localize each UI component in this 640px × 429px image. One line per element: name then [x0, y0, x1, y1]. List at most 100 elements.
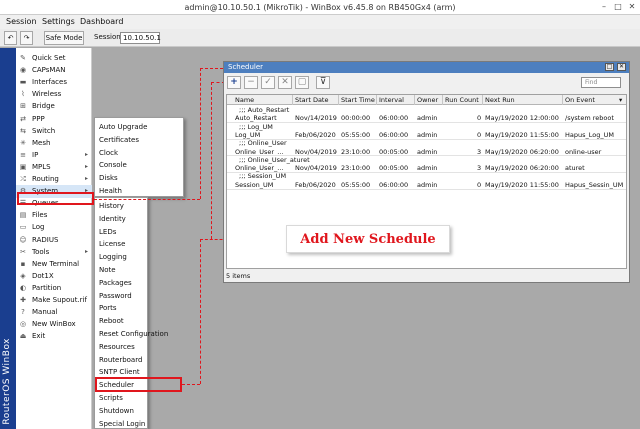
menu-item-ip[interactable]: ≡ IP ▸ — [16, 149, 92, 162]
menu-item-log[interactable]: ▭ Log — [16, 221, 92, 234]
submenu-item-shutdown[interactable]: Shutdown — [95, 405, 147, 418]
submenu-item-disks[interactable]: Disks — [95, 172, 183, 185]
menu-item-partition[interactable]: ◐ Partition — [16, 282, 92, 295]
menu-item-new-winbox[interactable]: ◎ New WinBox — [16, 318, 92, 331]
safe-mode-button[interactable]: Safe Mode — [44, 31, 84, 45]
cell-event: online-user — [565, 147, 602, 156]
menu-session[interactable]: Session — [6, 17, 37, 26]
submenu-item-auto-upgrade[interactable]: Auto Upgrade — [95, 121, 183, 134]
menu-item-mesh[interactable]: ✳ Mesh — [16, 137, 92, 150]
submenu-item-reboot[interactable]: Reboot — [95, 315, 147, 328]
menu-item-files[interactable]: ▤ Files — [16, 209, 92, 222]
menu-item-make-supout-rif[interactable]: ✚ Make Supout.rif — [16, 294, 92, 307]
cell-interval: 06:00:00 — [379, 180, 409, 189]
menu-item-mpls[interactable]: ▣ MPLS ▸ — [16, 161, 92, 174]
submenu-item-label: Routerboard — [99, 355, 143, 364]
menu-item-capsman[interactable]: ◉ CAPsMAN — [16, 64, 92, 77]
column-separator[interactable] — [338, 95, 339, 105]
menu-dashboard[interactable]: Dashboard — [80, 17, 123, 26]
column-separator[interactable] — [292, 95, 293, 105]
submenu-item-identity[interactable]: Identity — [95, 213, 147, 226]
filter-button[interactable]: ⊽ — [316, 76, 330, 89]
menu-item-ppp[interactable]: ⇄ PPP — [16, 113, 92, 126]
submenu-item-leds[interactable]: LEDs — [95, 226, 147, 239]
redo-button[interactable]: ↷ — [20, 31, 33, 45]
column-separator[interactable] — [562, 95, 563, 105]
item-count: 5 items — [226, 272, 251, 280]
row-separator — [227, 122, 626, 124]
maximize-button[interactable]: □ — [612, 2, 624, 12]
submenu-item-logging[interactable]: Logging — [95, 251, 147, 264]
enable-button[interactable]: ✓ — [261, 76, 275, 89]
submenu-item-scripts[interactable]: Scripts — [95, 392, 147, 405]
find-input[interactable]: Find — [581, 77, 621, 88]
submenu-item-ports[interactable]: Ports — [95, 302, 147, 315]
mpls-icon: ▣ — [19, 162, 27, 171]
menu-item-exit[interactable]: ⏏ Exit — [16, 330, 92, 343]
add-button[interactable]: + — [227, 76, 241, 89]
capsman-icon: ◉ — [19, 66, 27, 75]
menu-item-routing[interactable]: ⤮ Routing ▸ — [16, 173, 92, 186]
column-separator[interactable] — [376, 95, 377, 105]
cell-next: May/19/2020 11:55:00 — [485, 180, 559, 189]
submenu-item-clock[interactable]: Clock — [95, 147, 183, 160]
menu-item-label: Bridge — [32, 102, 55, 111]
column-header-interval[interactable]: Interval — [379, 96, 404, 104]
cell-owner: admin — [417, 130, 438, 139]
column-separator[interactable] — [414, 95, 415, 105]
scheduler-maximize-button[interactable]: □ — [605, 63, 614, 71]
menu-settings[interactable]: Settings — [42, 17, 75, 26]
cell-time: 23:10:00 — [341, 147, 371, 156]
comment-button[interactable]: ▢ — [295, 76, 309, 89]
column-header-on-event[interactable]: On Event — [565, 96, 595, 104]
scheduler-titlebar[interactable]: Scheduler □ ✕ — [224, 62, 629, 73]
column-header-next-run[interactable]: Next Run — [485, 96, 515, 104]
row-separator — [227, 188, 626, 190]
submenu-item-packages[interactable]: Packages — [95, 277, 147, 290]
menu-item-bridge[interactable]: ⊞ Bridge — [16, 100, 92, 113]
submenu-item-certificates[interactable]: Certificates — [95, 134, 183, 147]
scheduler-close-button[interactable]: ✕ — [617, 63, 626, 71]
menu-item-dot1x[interactable]: ◈ Dot1X — [16, 270, 92, 283]
submenu-item-license[interactable]: License — [95, 238, 147, 251]
menu-item-radius[interactable]: ☺ RADIUS — [16, 234, 92, 247]
session-field[interactable]: 10.10.50.1 — [120, 32, 161, 44]
cell-interval: 00:05:00 — [379, 147, 409, 156]
column-header-owner[interactable]: Owner — [417, 96, 438, 104]
column-header-name[interactable]: Name — [235, 96, 254, 104]
cell-name: Auto_Restart — [235, 114, 277, 123]
row-comment: ;;; Log_UM — [239, 122, 273, 131]
remove-button[interactable]: − — [244, 76, 258, 89]
cell-date: Nov/04/2019 — [295, 147, 337, 156]
menu-item-interfaces[interactable]: ▬ Interfaces — [16, 76, 92, 89]
menu-item-new-terminal[interactable]: ▪ New Terminal — [16, 258, 92, 271]
column-header-start-date[interactable]: Start Date — [295, 96, 328, 104]
menu-item-label: Mesh — [32, 138, 51, 147]
menu-item-quick-set[interactable]: ✎ Quick Set — [16, 52, 92, 65]
disable-button[interactable]: ✕ — [278, 76, 292, 89]
column-header-start-time[interactable]: Start Time — [341, 96, 375, 104]
column-separator[interactable] — [482, 95, 483, 105]
column-menu-icon[interactable]: ▾ — [619, 96, 622, 104]
undo-button[interactable]: ↶ — [4, 31, 17, 45]
close-button[interactable]: ✕ — [626, 2, 638, 12]
connector-line — [94, 199, 200, 200]
menu-item-tools[interactable]: ✂ Tools ▸ — [16, 246, 92, 259]
submenu-item-history[interactable]: History — [95, 200, 147, 213]
submenu-item-console[interactable]: Console — [95, 159, 183, 172]
column-separator[interactable] — [442, 95, 443, 105]
menu-item-wireless[interactable]: ⌇ Wireless — [16, 88, 92, 101]
menu-item-switch[interactable]: ⇆ Switch — [16, 125, 92, 138]
radius-icon: ☺ — [19, 235, 27, 244]
minimize-button[interactable]: – — [598, 2, 610, 12]
submenu-item-note[interactable]: Note — [95, 264, 147, 277]
submenu-item-routerboard[interactable]: Routerboard — [95, 354, 147, 367]
supout-icon: ✚ — [20, 296, 26, 304]
submenu-item-special-login[interactable]: Special Login — [95, 418, 147, 429]
terminal-icon: ▪ — [20, 259, 26, 268]
submenu-item-password[interactable]: Password — [95, 290, 147, 303]
menu-item-manual[interactable]: ? Manual — [16, 306, 92, 319]
submenu-item-reset-configuration[interactable]: Reset Configuration — [95, 328, 168, 341]
submenu-item-resources[interactable]: Resources — [95, 341, 147, 354]
column-header-run-count[interactable]: Run Count — [445, 96, 479, 104]
